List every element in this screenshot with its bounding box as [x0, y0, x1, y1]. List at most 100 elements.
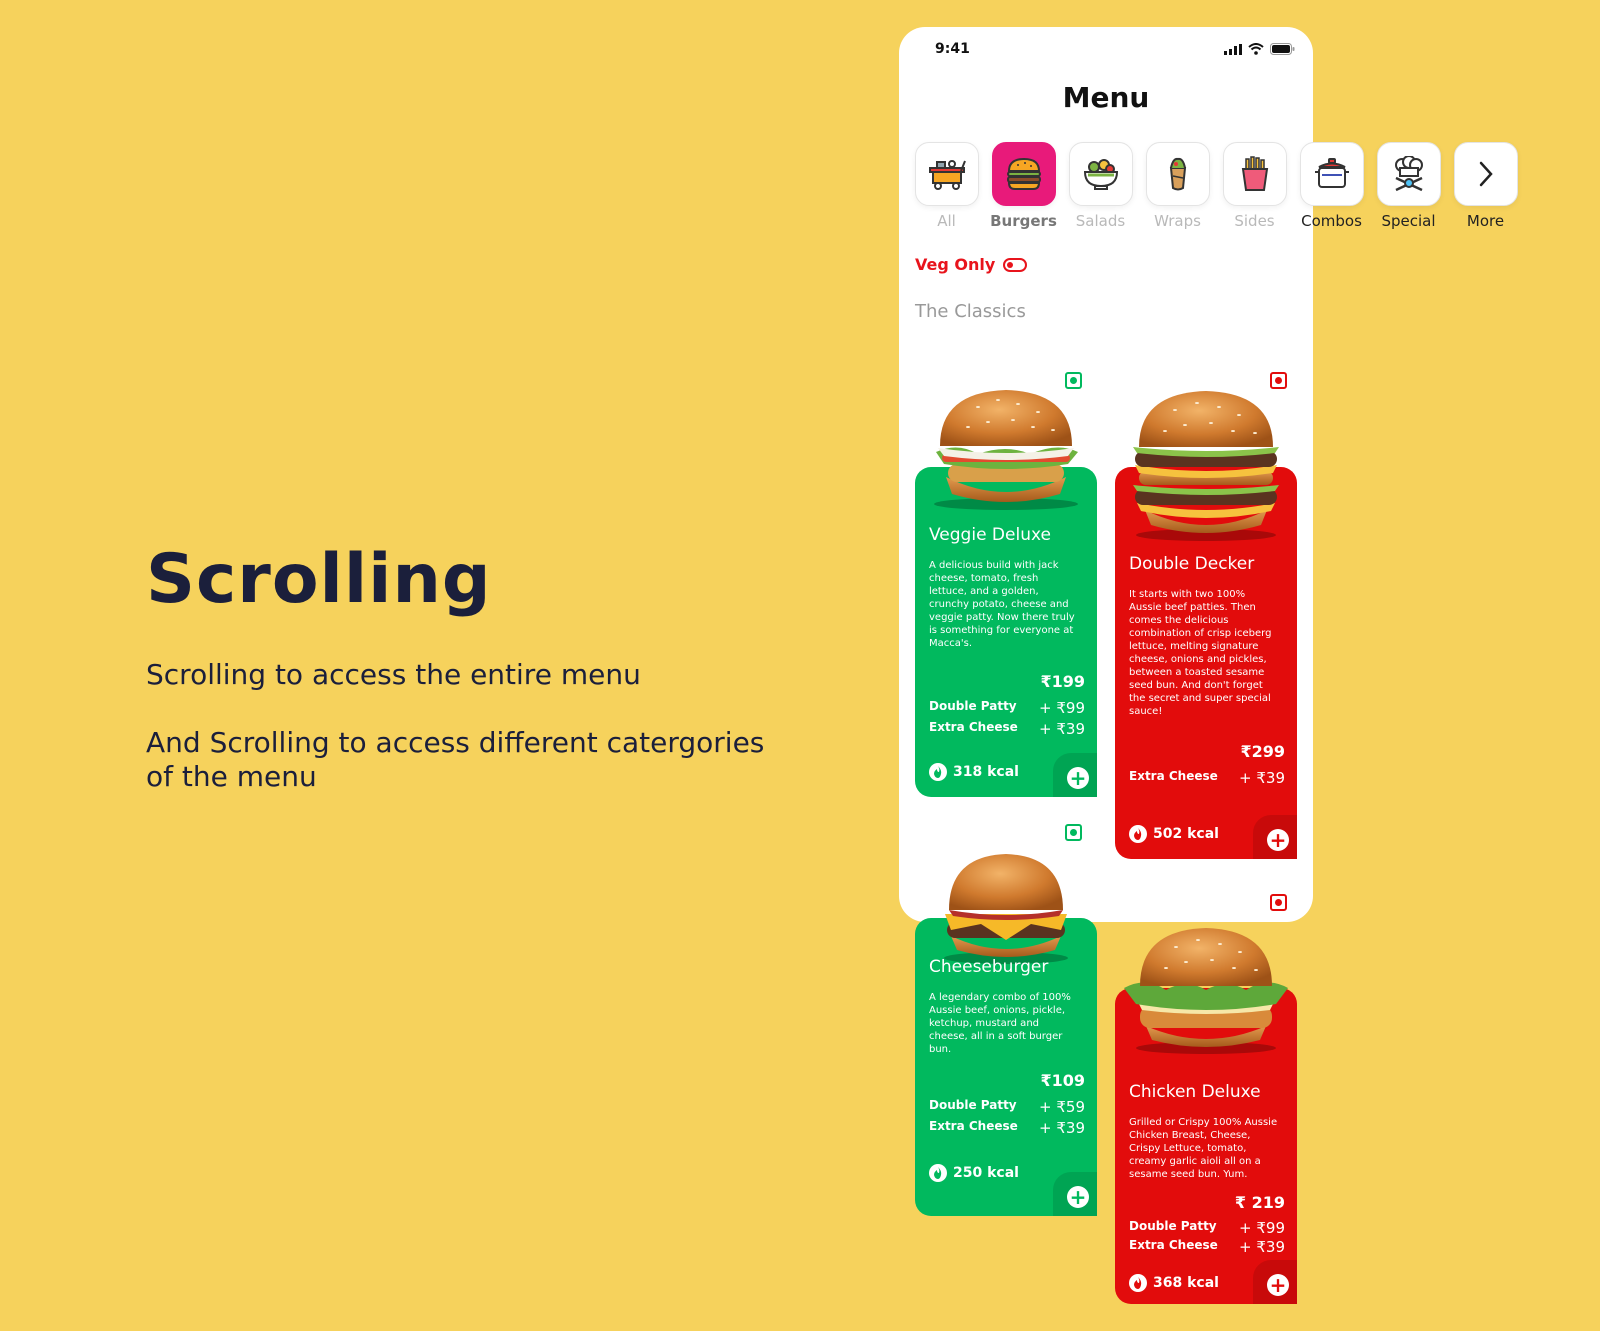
category-special[interactable]: Special: [1376, 142, 1441, 230]
card-description: A delicious build with jack cheese, toma…: [929, 560, 1075, 649]
menu-card-veggie-deluxe[interactable]: Veggie Deluxe A delicious build with jac…: [915, 372, 1097, 797]
calorie-value: 502 kcal: [1153, 826, 1219, 842]
category-burgers[interactable]: Burgers: [990, 142, 1057, 230]
addon-label: Extra Cheese: [929, 720, 1018, 734]
page-title: Menu: [1062, 81, 1150, 114]
addon-label: Double Patty: [929, 1098, 1017, 1112]
flame-icon: [1129, 825, 1147, 843]
calorie-info: 368 kcal: [1129, 1274, 1219, 1292]
addon-row[interactable]: Extra Cheese + ₹39: [929, 720, 1085, 738]
category-label: Special: [1381, 212, 1436, 230]
addon-label: Extra Cheese: [929, 1119, 1018, 1133]
addon-row[interactable]: Extra Cheese + ₹39: [929, 1119, 1085, 1137]
calorie-value: 368 kcal: [1153, 1275, 1219, 1291]
veg-only-label: Veg Only: [915, 255, 996, 274]
category-label: Sides: [1234, 212, 1275, 230]
chevron-right-icon: [1479, 161, 1493, 187]
card-price: ₹109: [1040, 1071, 1085, 1090]
category-strip[interactable]: All Burgers Salads Wraps Sides Combos Sp…: [914, 142, 1518, 230]
status-icons: [1224, 43, 1295, 55]
category-label: More: [1466, 212, 1505, 230]
category-all[interactable]: All: [914, 142, 979, 230]
addon-price: + ₹99: [1239, 1219, 1285, 1237]
add-button-container: +: [1253, 1260, 1297, 1304]
toggle-switch[interactable]: [1003, 257, 1028, 272]
veg-only-toggle[interactable]: Veg Only: [915, 255, 1028, 274]
add-button-container: +: [1053, 1172, 1097, 1216]
addon-label: Double Patty: [1129, 1219, 1217, 1233]
hero-description: And Scrolling to access different caterg…: [146, 726, 765, 793]
category-wraps[interactable]: Wraps: [1145, 142, 1210, 230]
addon-row[interactable]: Double Patty + ₹59: [929, 1098, 1085, 1116]
menu-card-double-decker[interactable]: Double Decker It starts with two 100% Au…: [1115, 372, 1297, 859]
battery-icon: [1270, 43, 1295, 55]
category-label: Salads: [1075, 212, 1126, 230]
addon-label: Double Patty: [929, 699, 1017, 713]
category-label: All: [937, 212, 956, 230]
hero-subtitle: Scrolling to access the entire menu: [146, 658, 641, 691]
burger-image: [1124, 928, 1288, 1054]
menu-card-chicken-deluxe[interactable]: Chicken Deluxe Grilled or Crispy 100% Au…: [1115, 894, 1297, 1304]
card-title: Veggie Deluxe: [929, 525, 1051, 545]
card-description: It starts with two 100% Aussie beef patt…: [1129, 589, 1272, 717]
category-label: Burgers: [990, 212, 1057, 230]
calorie-info: 318 kcal: [929, 763, 1019, 781]
addon-row[interactable]: Extra Cheese + ₹39: [1129, 769, 1285, 787]
salad-bowl-icon: [1083, 159, 1118, 190]
addon-price: + ₹99: [1039, 699, 1085, 717]
add-button-container: +: [1053, 753, 1097, 797]
addon-label: Extra Cheese: [1129, 769, 1218, 783]
addon-price: + ₹39: [1239, 1238, 1285, 1256]
calorie-info: 250 kcal: [929, 1164, 1019, 1182]
calorie-value: 318 kcal: [953, 764, 1019, 780]
add-to-cart-button[interactable]: +: [1267, 829, 1289, 851]
addon-label: Extra Cheese: [1129, 1238, 1218, 1252]
status-time: 9:41: [935, 41, 970, 57]
add-to-cart-button[interactable]: +: [1067, 1186, 1089, 1208]
calorie-info: 502 kcal: [1129, 825, 1219, 843]
chef-icon: [1394, 156, 1423, 192]
card-description: Grilled or Crispy 100% Aussie Chicken Br…: [1129, 1117, 1278, 1180]
addon-price: + ₹39: [1039, 720, 1085, 738]
nonveg-indicator-icon: [1270, 894, 1287, 911]
burger-image: [1133, 391, 1279, 541]
signal-icon: [1224, 43, 1242, 55]
category-combos[interactable]: Combos: [1299, 142, 1364, 230]
card-description: A legendary combo of 100% Aussie beef, o…: [929, 992, 1071, 1055]
add-to-cart-button[interactable]: +: [1067, 767, 1089, 789]
menu-card-cheeseburger[interactable]: Cheeseburger A legendary combo of 100% A…: [915, 824, 1097, 1216]
category-label: Combos: [1301, 212, 1362, 230]
fries-icon: [1241, 156, 1268, 191]
burger-icon: [1006, 157, 1041, 190]
addon-row[interactable]: Double Patty + ₹99: [1129, 1219, 1285, 1237]
veg-indicator-icon: [1065, 824, 1082, 841]
wifi-icon: [1248, 43, 1264, 55]
flame-icon: [929, 763, 947, 781]
section-title: The Classics: [915, 301, 1026, 322]
burger-image: [934, 390, 1078, 510]
calorie-value: 250 kcal: [953, 1165, 1019, 1181]
category-label: Wraps: [1154, 212, 1201, 230]
addon-row[interactable]: Double Patty + ₹99: [929, 699, 1085, 717]
addon-price: + ₹59: [1039, 1098, 1085, 1116]
hero-title: Scrolling: [146, 540, 492, 619]
addon-price: + ₹39: [1239, 769, 1285, 787]
food-cart-icon: [928, 160, 966, 190]
add-to-cart-button[interactable]: +: [1267, 1274, 1289, 1296]
add-button-container: +: [1253, 815, 1297, 859]
pot-icon: [1314, 158, 1349, 188]
card-title: Cheeseburger: [929, 957, 1049, 977]
card-title: Chicken Deluxe: [1129, 1082, 1261, 1102]
category-more[interactable]: More: [1453, 142, 1518, 230]
card-price: ₹299: [1240, 742, 1285, 761]
wrap-icon: [1169, 157, 1186, 191]
addon-price: + ₹39: [1039, 1119, 1085, 1137]
addon-row[interactable]: Extra Cheese + ₹39: [1129, 1238, 1285, 1256]
category-salads[interactable]: Salads: [1068, 142, 1133, 230]
category-sides[interactable]: Sides: [1222, 142, 1287, 230]
card-price: ₹199: [1040, 672, 1085, 691]
card-price: ₹ 219: [1234, 1193, 1285, 1212]
flame-icon: [1129, 1274, 1147, 1292]
card-title: Double Decker: [1129, 554, 1255, 574]
flame-icon: [929, 1164, 947, 1182]
